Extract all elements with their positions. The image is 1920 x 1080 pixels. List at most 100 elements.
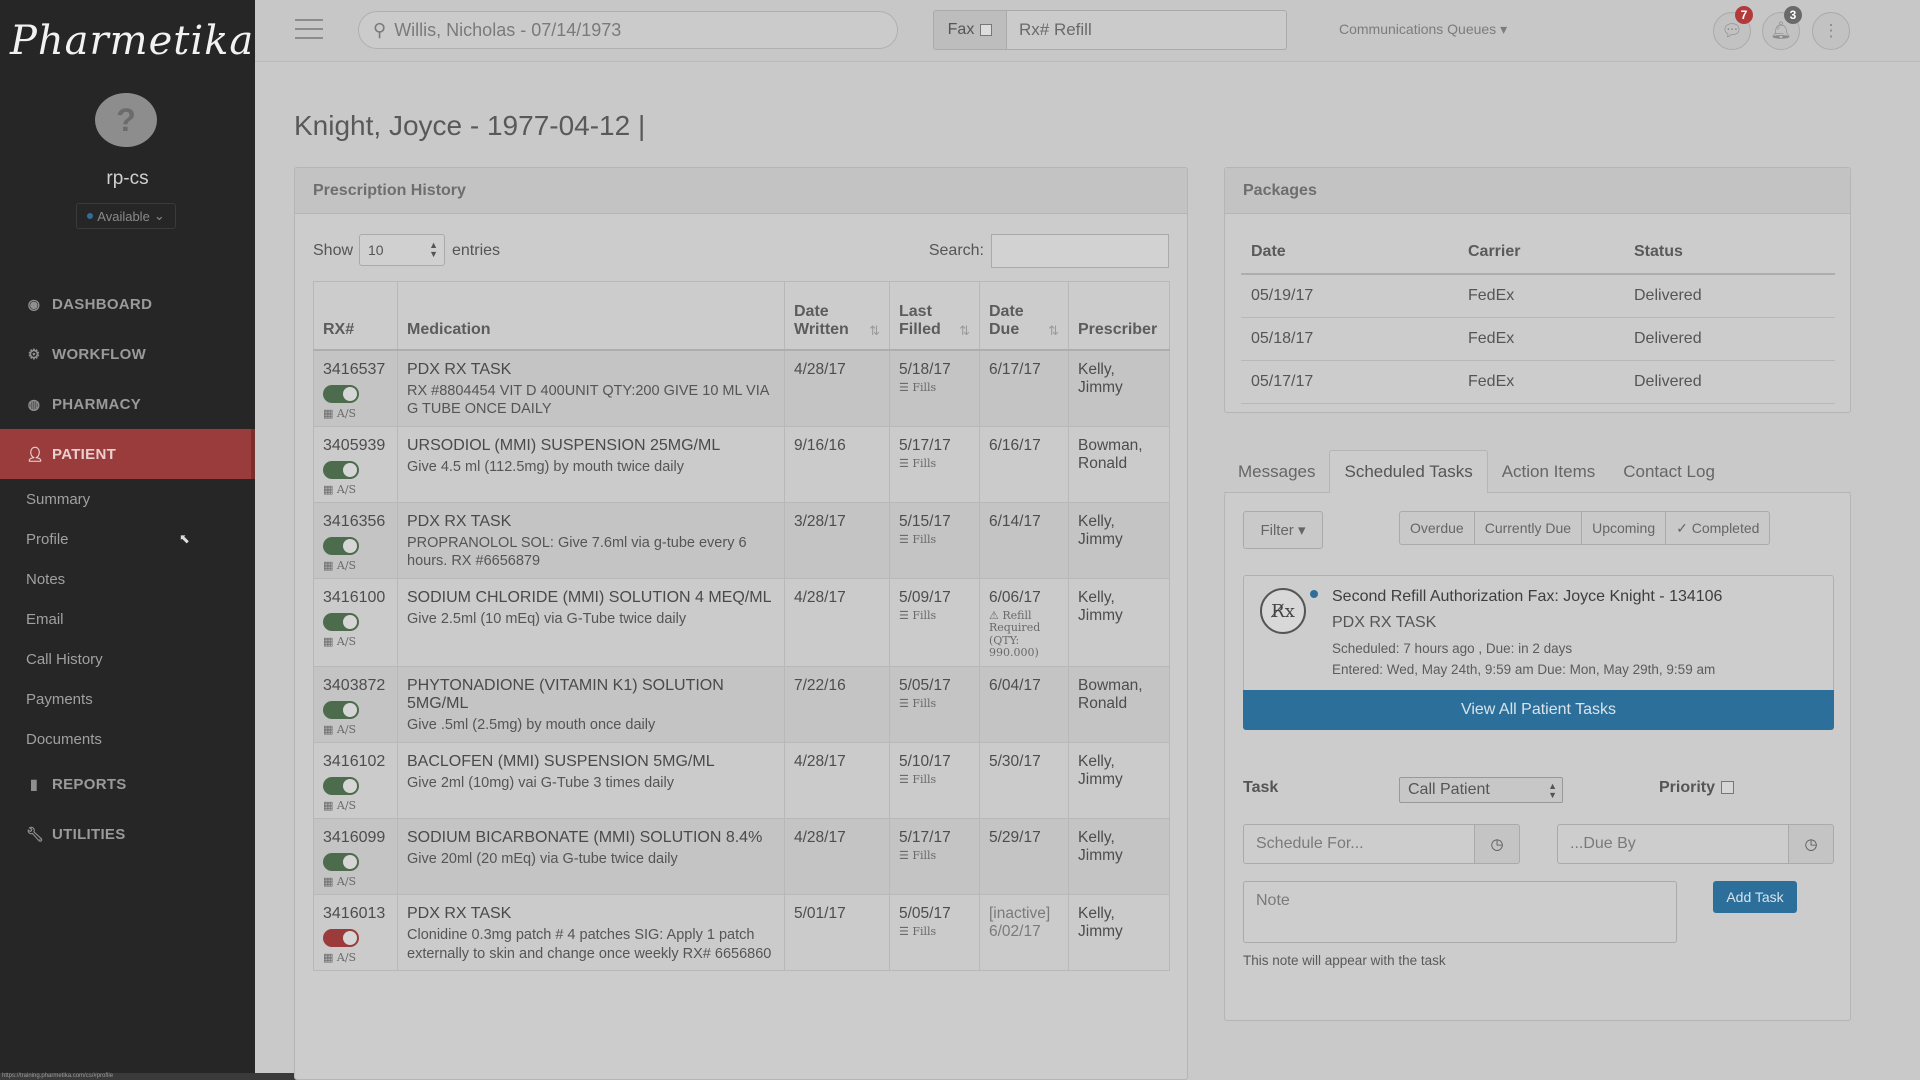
fills-link[interactable]: ☰ Fills bbox=[899, 609, 970, 622]
table-row[interactable]: 3416102 ▦ A/S BACLOFEN (MMI) SUSPENSION 5M… bbox=[313, 742, 1170, 820]
task-type-select[interactable]: Call Patient ▲ ▼ bbox=[1399, 777, 1563, 803]
subnav-documents[interactable]: Documents bbox=[0, 719, 255, 759]
subnav-payments[interactable]: Payments bbox=[0, 679, 255, 719]
fax-toggle-button[interactable]: Fax bbox=[933, 10, 1007, 50]
auto-refill-toggle[interactable] bbox=[323, 612, 359, 631]
messages-button[interactable]: 💬︎ 7 bbox=[1713, 6, 1753, 50]
subnav-email[interactable]: Email bbox=[0, 599, 255, 639]
filter-dropdown[interactable]: Filter ▾ bbox=[1243, 511, 1323, 549]
search-label: Search: bbox=[928, 242, 984, 259]
patient-search-input[interactable]: ⚲ Willis, Nicholas - 07/14/1973 bbox=[358, 11, 898, 49]
calendar-icon: ▦ bbox=[323, 406, 337, 420]
tab-messages[interactable]: Messages bbox=[1224, 450, 1329, 493]
col-date-written[interactable]: Date Written ⇅ bbox=[784, 281, 890, 351]
user-avatar[interactable]: ? bbox=[95, 93, 157, 147]
availability-dropdown[interactable]: Available ⌄ bbox=[76, 203, 176, 229]
table-row[interactable]: 3416537 ▦ A/S PDX RX TASK RX #8804454 VIT D… bbox=[313, 349, 1170, 427]
subnav-notes[interactable]: Notes bbox=[0, 559, 255, 599]
due-by-input[interactable]: ...Due By bbox=[1557, 824, 1789, 864]
rx-number[interactable]: 3416356 bbox=[323, 513, 388, 531]
filter-completed[interactable]: ✓ Completed bbox=[1665, 511, 1771, 545]
fills-link[interactable]: ☰ Fills bbox=[899, 849, 970, 862]
table-row[interactable]: 3416099 ▦ A/S SODIUM BICARBONATE (MMI) SOL… bbox=[313, 818, 1170, 896]
pharmetika-logo[interactable]: Pharmetika bbox=[10, 18, 253, 88]
rx-number[interactable]: 3416537 bbox=[323, 361, 388, 379]
auto-refill-toggle[interactable] bbox=[323, 460, 359, 479]
table-row[interactable]: 05/18/17 FedEx Delivered bbox=[1241, 317, 1835, 361]
nav-patient[interactable]: 👤︎ PATIENT bbox=[0, 429, 255, 479]
auto-refill-toggle[interactable] bbox=[323, 536, 359, 555]
rx-refill-input[interactable]: Rx# Refill bbox=[1007, 10, 1287, 50]
medication-name: URSODIOL (MMI) SUSPENSION 25MG/ML bbox=[407, 436, 721, 454]
table-row[interactable]: 3416356 ▦ A/S PDX RX TASK PROPRANOLOL SOL: … bbox=[313, 501, 1170, 579]
auto-ship-label: ▦ A/S bbox=[323, 723, 357, 737]
tab-action-items[interactable]: Action Items bbox=[1488, 450, 1610, 493]
subnav-call-history[interactable]: Call History bbox=[0, 639, 255, 679]
fills-link[interactable]: ☰ Fills bbox=[899, 697, 970, 710]
schedule-clock-button[interactable]: ◷ bbox=[1474, 824, 1520, 864]
rx-number[interactable]: 3403872 bbox=[323, 677, 388, 695]
view-all-tasks-button[interactable]: View All Patient Tasks bbox=[1243, 690, 1834, 730]
filter-overdue[interactable]: Overdue bbox=[1399, 511, 1475, 545]
rx-cell: 3416537 ▦ A/S bbox=[313, 349, 398, 427]
col-date-due[interactable]: Date Due ⇅ bbox=[979, 281, 1069, 351]
tab-scheduled-tasks[interactable]: Scheduled Tasks bbox=[1329, 450, 1488, 494]
fills-link[interactable]: ☰ Fills bbox=[899, 925, 970, 938]
table-row[interactable]: 3405939 ▦ A/S URSODIOL (MMI) SUSPENSION 25… bbox=[313, 425, 1170, 503]
filter-currently-due[interactable]: Currently Due bbox=[1473, 511, 1583, 545]
note-textarea[interactable]: Note bbox=[1243, 881, 1677, 943]
rx-number[interactable]: 3416013 bbox=[323, 905, 388, 923]
rx-number[interactable]: 3405939 bbox=[323, 437, 388, 455]
nav-workflow[interactable]: ⚙ WORKFLOW bbox=[0, 329, 255, 379]
tab-contact-log[interactable]: Contact Log bbox=[1609, 450, 1729, 493]
priority-checkbox[interactable] bbox=[1721, 781, 1734, 794]
fills-link[interactable]: ☰ Fills bbox=[899, 457, 970, 470]
nav-pharmacy[interactable]: ◍ PHARMACY bbox=[0, 379, 255, 429]
table-search-input[interactable] bbox=[991, 234, 1169, 268]
rx-number[interactable]: 3416099 bbox=[323, 829, 388, 847]
date-due-cell: 6/16/17 bbox=[979, 425, 1069, 503]
nav-reports[interactable]: ▮ REPORTS bbox=[0, 759, 255, 809]
fills-link[interactable]: ☰ Fills bbox=[899, 533, 970, 546]
entries-select[interactable]: 10 ▲ ▼ bbox=[359, 234, 445, 266]
more-options-button[interactable]: ⋮ bbox=[1812, 12, 1850, 50]
nav-utilities[interactable]: 🔧︎ UTILITIES bbox=[0, 809, 255, 859]
col-medication[interactable]: Medication bbox=[397, 281, 785, 351]
auto-refill-toggle[interactable] bbox=[323, 853, 359, 872]
calendar-icon: ▦ bbox=[323, 558, 337, 572]
due-clock-button[interactable]: ◷ bbox=[1788, 824, 1834, 864]
communications-queues-dropdown[interactable]: Communications Queues ▾ bbox=[1339, 21, 1507, 38]
search-value: Willis, Nicholas - 07/14/1973 bbox=[394, 19, 622, 40]
col-last-filled[interactable]: Last Filled ⇅ bbox=[889, 281, 980, 351]
subnav-summary[interactable]: Summary bbox=[0, 479, 255, 519]
status-dot-icon bbox=[87, 213, 94, 219]
table-row[interactable]: 05/19/17 FedEx Delivered bbox=[1241, 274, 1835, 318]
auto-refill-toggle[interactable] bbox=[323, 777, 359, 796]
main-nav: ◉ DASHBOARD ⚙ WORKFLOW ◍ PHARMACY 👤︎ PAT… bbox=[0, 279, 255, 859]
nav-label: UTILITIES bbox=[52, 825, 126, 843]
unread-dot-icon bbox=[1310, 590, 1318, 598]
auto-refill-toggle[interactable] bbox=[323, 701, 359, 720]
subnav-profile[interactable]: Profile bbox=[0, 519, 255, 559]
schedule-for-input[interactable]: Schedule For... bbox=[1243, 824, 1475, 864]
filter-upcoming[interactable]: Upcoming bbox=[1581, 511, 1667, 545]
rx-number[interactable]: 3416100 bbox=[323, 589, 388, 607]
auto-refill-toggle[interactable] bbox=[323, 929, 359, 948]
rx-number[interactable]: 3416102 bbox=[323, 753, 388, 771]
table-row[interactable]: 3416013 ▦ A/S PDX RX TASK Clonidine 0.3mg p… bbox=[313, 894, 1170, 972]
hamburger-menu-icon[interactable] bbox=[295, 19, 323, 41]
auto-refill-toggle[interactable] bbox=[323, 384, 359, 403]
nav-dashboard[interactable]: ◉ DASHBOARD bbox=[0, 279, 255, 329]
fills-link[interactable]: ☰ Fills bbox=[899, 381, 970, 394]
fills-link[interactable]: ☰ Fills bbox=[899, 773, 970, 786]
fax-checkbox[interactable] bbox=[980, 24, 993, 36]
warning-icon: ⚠ bbox=[989, 608, 1003, 622]
notifications-button[interactable]: 🔔︎ 3 bbox=[1762, 6, 1802, 50]
task-card[interactable]: R̸x Second Refill Authorization Fax: Joy… bbox=[1243, 575, 1834, 691]
col-rx[interactable]: RX# bbox=[313, 281, 398, 351]
add-task-button[interactable]: Add Task bbox=[1713, 881, 1797, 913]
table-row[interactable]: 05/17/17 FedEx Delivered bbox=[1241, 360, 1835, 404]
table-row[interactable]: 3403872 ▦ A/S PHYTONADIONE (VITAMIN K1) SO… bbox=[313, 666, 1170, 744]
table-row[interactable]: 3416100 ▦ A/S SODIUM CHLORIDE (MMI) SOLUTI… bbox=[313, 577, 1170, 668]
col-prescriber[interactable]: Prescriber bbox=[1068, 281, 1170, 351]
